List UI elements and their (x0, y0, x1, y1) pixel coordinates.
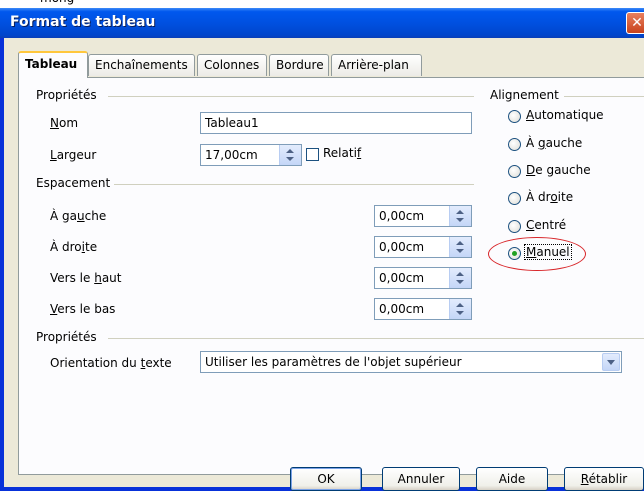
relative-checkbox[interactable] (306, 148, 319, 161)
spacing-right-value: 0,00cm (379, 240, 425, 254)
spin-up-icon (456, 272, 464, 276)
radio-de-gauche-label: De gauche (526, 163, 591, 177)
spacing-top-spinbox[interactable]: 0,00cm (374, 267, 472, 289)
spacing-left-label: À gauche (50, 209, 107, 223)
annotation-ellipse (488, 237, 586, 271)
cancel-button[interactable]: Annuler (382, 467, 460, 491)
title-bar[interactable]: Format de tableau ✕ (0, 8, 644, 38)
radio-centre[interactable] (508, 220, 521, 233)
radio-centre-label: Centré (526, 218, 567, 232)
radio-automatique[interactable] (508, 110, 521, 123)
radio-de-gauche[interactable] (508, 165, 521, 178)
orientation-label: Orientation du texte (50, 356, 172, 370)
tab-tableau[interactable]: Tableau (18, 51, 88, 78)
spacing-bottom-value: 0,00cm (379, 302, 425, 316)
width-spin-buttons[interactable] (279, 145, 301, 165)
tab-arriere-plan[interactable]: Arrière-plan (331, 54, 422, 76)
tab-enchainements[interactable]: Enchaînements (88, 54, 195, 76)
orientation-select[interactable]: Utiliser les paramètres de l'objet supér… (200, 351, 622, 373)
alignment-header: Alignement (490, 88, 563, 102)
tab-label: Enchaînements (95, 58, 188, 72)
group-divider (564, 96, 644, 97)
spin-buttons[interactable] (449, 268, 471, 288)
tab-bordure[interactable]: Bordure (269, 54, 329, 76)
chevron-down-icon (607, 360, 615, 365)
spin-down-icon (456, 311, 464, 315)
close-button[interactable]: ✕ (626, 12, 644, 34)
spacing-bottom-spinbox[interactable]: 0,00cm (374, 298, 472, 320)
radio-automatique-label: Automatique (526, 108, 604, 122)
radio-a-gauche-label: À gauche (526, 136, 583, 150)
help-button[interactable]: Aide (476, 467, 548, 491)
spacing-bottom-label: Vers le bas (50, 302, 116, 316)
tab-label: Tableau (25, 57, 78, 71)
name-label: Nom (50, 116, 79, 130)
spin-down-icon (456, 249, 464, 253)
tab-label: Colonnes (204, 58, 260, 72)
tab-label: Arrière-plan (338, 58, 409, 72)
spacing-top-label: Vers le haut (50, 271, 122, 285)
spacing-left-spinbox[interactable]: 0,00cm (374, 205, 472, 227)
tab-colonnes[interactable]: Colonnes (197, 54, 267, 76)
spin-up-icon (286, 149, 294, 153)
radio-a-droite[interactable] (508, 192, 521, 205)
tab-label: Bordure (276, 58, 324, 72)
spin-buttons[interactable] (449, 237, 471, 257)
ok-button[interactable]: OK (290, 467, 362, 491)
width-spinbox[interactable]: 17,00cm (200, 144, 302, 166)
orientation-value: Utiliser les paramètres de l'objet supér… (205, 355, 462, 369)
radio-a-droite-label: À droite (526, 190, 574, 204)
spin-up-icon (456, 303, 464, 307)
reset-button[interactable]: Rétablir (564, 467, 644, 491)
spacing-left-value: 0,00cm (379, 209, 425, 223)
spin-down-icon (456, 280, 464, 284)
width-value: 17,00cm (205, 148, 258, 162)
spin-up-icon (456, 241, 464, 245)
spacing-top-value: 0,00cm (379, 271, 425, 285)
spin-down-icon (286, 157, 294, 161)
group-divider (114, 184, 474, 185)
spacing-header: Espacement (36, 176, 115, 190)
spacing-right-label: À droite (50, 240, 98, 254)
group-divider (108, 338, 644, 339)
name-input[interactable]: Tableau1 (200, 112, 472, 134)
relative-label: Relatif (323, 146, 362, 160)
background-strip: mong (0, 0, 644, 8)
dropdown-button[interactable] (602, 353, 620, 371)
properties-header: Propriétés (36, 88, 101, 102)
spin-down-icon (456, 218, 464, 222)
close-icon: ✕ (631, 15, 643, 31)
cut-off-text: mong (40, 0, 74, 5)
dialog-title: Format de tableau (10, 14, 156, 30)
width-label: Largeur (50, 148, 97, 162)
spin-up-icon (456, 210, 464, 214)
properties2-header: Propriétés (36, 330, 101, 344)
spin-buttons[interactable] (449, 206, 471, 226)
radio-a-gauche[interactable] (508, 138, 521, 151)
spin-buttons[interactable] (449, 299, 471, 319)
group-divider (108, 96, 474, 97)
spacing-right-spinbox[interactable]: 0,00cm (374, 236, 472, 258)
